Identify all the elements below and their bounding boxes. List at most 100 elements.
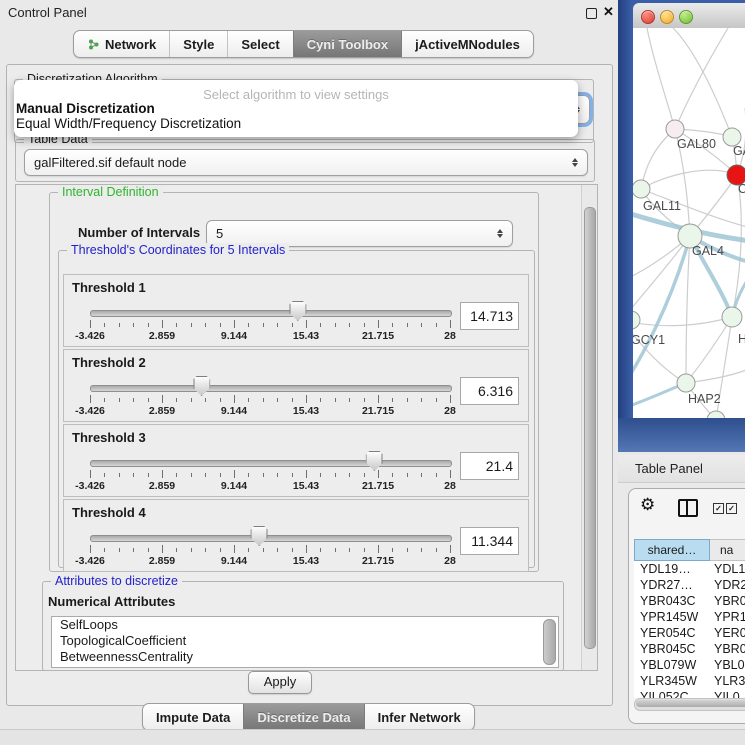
- table-panel-card: ⚙ ✓ ✓ shared… na YDL19…YDL1YDR27…YDR2YBR…: [628, 488, 745, 724]
- scale-label: 9.144: [221, 480, 247, 492]
- tick-mark: [292, 398, 293, 402]
- tab-infer-network[interactable]: Infer Network: [364, 704, 474, 730]
- slider-thumb[interactable]: [289, 301, 306, 321]
- list-scrollbar[interactable]: [543, 619, 556, 665]
- close-icon[interactable]: ✕: [603, 4, 614, 20]
- tick-mark: [306, 395, 307, 403]
- popup-prompt: Select algorithm to view settings: [14, 87, 578, 102]
- column-header-name[interactable]: na: [710, 539, 745, 561]
- tab-discretize-data[interactable]: Discretize Data: [243, 704, 363, 730]
- tab-select[interactable]: Select: [227, 31, 292, 57]
- cell-shared-name: YDR27…: [634, 577, 708, 593]
- tick-mark: [421, 323, 422, 327]
- tick-mark: [90, 320, 91, 328]
- settings-scrollbar[interactable]: [581, 185, 597, 670]
- screen: Control Panel ✕ Network Style Select Cyn…: [0, 0, 745, 745]
- bottom-tabstrip: Impute Data Discretize Data Infer Networ…: [142, 703, 475, 731]
- table-row[interactable]: YER054CYER0: [634, 625, 745, 641]
- table-row[interactable]: YBR045CYBR0: [634, 641, 745, 657]
- scale-label: -3.426: [75, 330, 105, 342]
- columns-icon[interactable]: [678, 499, 698, 517]
- cell-shared-name: YPR145W: [634, 609, 708, 625]
- node-gal80[interactable]: [666, 120, 684, 138]
- attribute-list-item[interactable]: TopologicalCoefficient: [52, 633, 558, 649]
- tab-jactivemnodules[interactable]: jActiveMNodules: [401, 31, 533, 57]
- attribute-list-item[interactable]: BetweennessCentrality: [52, 649, 558, 665]
- column-header-shared-name[interactable]: shared…: [634, 539, 710, 561]
- attribute-list-item[interactable]: SelfLoops: [52, 617, 558, 633]
- threshold-value-field[interactable]: 6.316: [460, 377, 519, 405]
- slider-thumb[interactable]: [251, 526, 268, 546]
- popup-option-manual[interactable]: Manual Discretization: [16, 101, 155, 116]
- node-gcy1[interactable]: [633, 311, 640, 329]
- tick-mark: [176, 398, 177, 402]
- checkbox-icon[interactable]: ✓: [713, 503, 724, 514]
- network-window-titlebar[interactable]: [633, 3, 745, 29]
- node-label: H: [738, 332, 745, 346]
- table-panel-title: Table Panel: [635, 461, 703, 476]
- slider-track[interactable]: [90, 385, 452, 392]
- threshold-value-field[interactable]: 11.344: [460, 527, 519, 555]
- slider-track[interactable]: [90, 460, 452, 467]
- slider-thumb[interactable]: [193, 376, 210, 396]
- table-data-combobox[interactable]: galFiltered.sif default node: [24, 149, 588, 176]
- slider-track[interactable]: [90, 310, 452, 317]
- apply-button[interactable]: Apply: [248, 671, 312, 694]
- table-row[interactable]: YBL079WYBL0: [634, 657, 745, 673]
- table-row[interactable]: YDL19…YDL1: [634, 561, 745, 577]
- table-row[interactable]: YBR043CYBR0: [634, 593, 745, 609]
- table-row[interactable]: YIL052CYIL0: [634, 689, 745, 698]
- minimize-traffic-light-icon[interactable]: [660, 10, 674, 24]
- table-row[interactable]: YLR345WYLR3: [634, 673, 745, 689]
- popup-option-equal-width[interactable]: Equal Width/Frequency Discretization: [16, 116, 241, 131]
- checkbox-icon[interactable]: ✓: [726, 503, 737, 514]
- tick-mark: [450, 545, 451, 553]
- node-bottom[interactable]: [707, 411, 725, 418]
- tab-style[interactable]: Style: [169, 31, 227, 57]
- float-window-icon[interactable]: [586, 8, 597, 19]
- scale-label: 2.859: [149, 555, 175, 567]
- tick-mark: [176, 548, 177, 552]
- hscrollbar-thumb[interactable]: [636, 700, 745, 707]
- tick-mark: [407, 548, 408, 552]
- tab-network[interactable]: Network: [74, 31, 169, 57]
- tick-mark: [119, 473, 120, 477]
- cell-name: YDR2: [708, 577, 745, 593]
- slider-thumb[interactable]: [366, 451, 383, 471]
- node-hap2[interactable]: [677, 374, 695, 392]
- tick-mark: [277, 398, 278, 402]
- tick-mark: [90, 470, 91, 478]
- node-label: HAP2: [688, 392, 721, 406]
- threshold-value-field[interactable]: 21.4: [460, 452, 519, 480]
- tick-mark: [349, 548, 350, 552]
- tick-mark: [248, 398, 249, 402]
- gear-icon[interactable]: ⚙: [640, 495, 655, 515]
- node-h[interactable]: [722, 307, 742, 327]
- tick-mark: [421, 398, 422, 402]
- threshold-value-field[interactable]: 14.713: [460, 302, 519, 330]
- slider-tick-marks: [90, 395, 450, 405]
- table-hscrollbar[interactable]: [634, 698, 745, 711]
- network-canvas[interactable]: GAL80 GA C GAL11 GAL4 GCY1 H HAP2: [633, 28, 745, 418]
- tab-label: Infer Network: [378, 710, 461, 725]
- scale-label: 21.715: [362, 330, 394, 342]
- tick-mark: [148, 323, 149, 327]
- tick-mark: [148, 548, 149, 552]
- scrollbar-thumb[interactable]: [584, 207, 596, 649]
- cell-name: YBR0: [708, 641, 745, 657]
- tick-mark: [263, 398, 264, 402]
- table-row[interactable]: YPR145WYPR1: [634, 609, 745, 625]
- zoom-traffic-light-icon[interactable]: [679, 10, 693, 24]
- tick-mark: [335, 473, 336, 477]
- tick-mark: [378, 545, 379, 553]
- close-traffic-light-icon[interactable]: [641, 10, 655, 24]
- scale-label: -3.426: [75, 555, 105, 567]
- slider-track[interactable]: [90, 535, 452, 542]
- node-gal11[interactable]: [633, 180, 650, 198]
- tick-mark: [277, 323, 278, 327]
- table-row[interactable]: YDR27…YDR2: [634, 577, 745, 593]
- tick-mark: [335, 398, 336, 402]
- tab-cyni-toolbox[interactable]: Cyni Toolbox: [293, 31, 401, 57]
- tab-impute-data[interactable]: Impute Data: [143, 704, 243, 730]
- tab-label: Cyni Toolbox: [307, 37, 388, 52]
